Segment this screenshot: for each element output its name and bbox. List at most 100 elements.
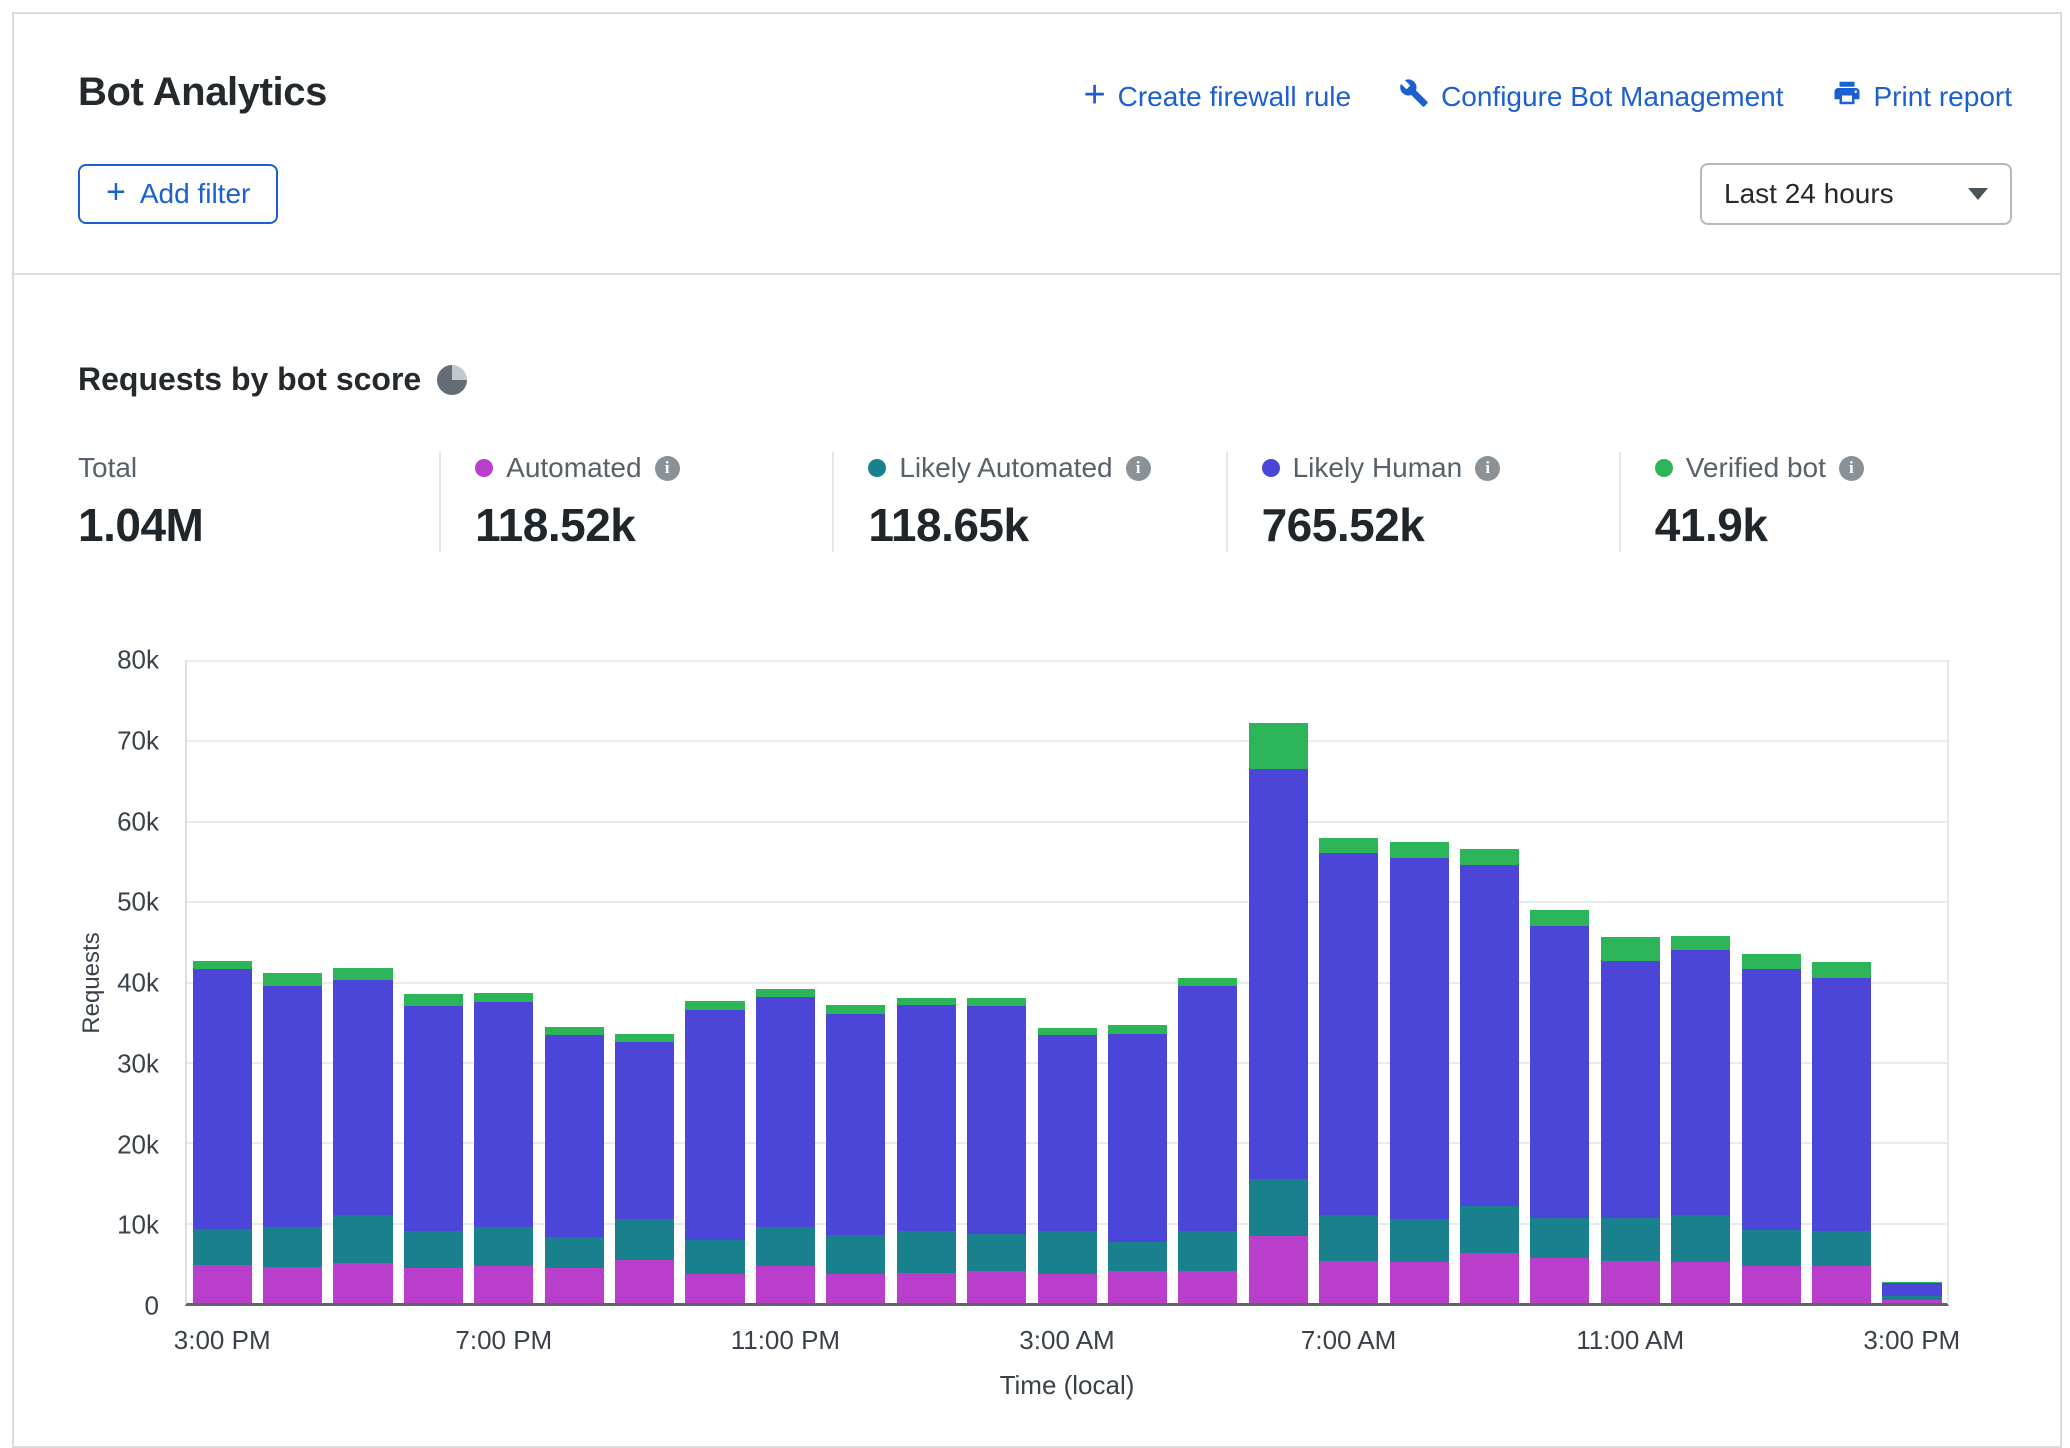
legend-dot xyxy=(1262,459,1280,477)
bar-segment-automated xyxy=(1038,1274,1097,1303)
bar-slot xyxy=(187,660,257,1303)
y-axis-labels: 010k20k30k40k50k60k70k80k xyxy=(78,660,173,1306)
bar-segment-verified-bot xyxy=(193,961,252,969)
bar-segment-likely-automated xyxy=(685,1240,744,1275)
bar-slot xyxy=(680,660,750,1303)
bar-segment-verified-bot xyxy=(685,1001,744,1010)
bar-segment-automated xyxy=(1882,1300,1941,1303)
bar-slot xyxy=(257,660,327,1303)
bar-segment-likely-human xyxy=(685,1010,744,1240)
bar-segment-likely-automated xyxy=(404,1231,463,1269)
bar-segment-automated xyxy=(897,1273,956,1303)
stacked-bar xyxy=(1460,660,1519,1303)
x-tick-label: 11:00 PM xyxy=(731,1325,840,1356)
bar-segment-verified-bot xyxy=(333,968,392,980)
chart: Requests 010k20k30k40k50k60k70k80k 3:00 … xyxy=(78,660,2012,1406)
bar-slot xyxy=(469,660,539,1303)
bar-segment-likely-human xyxy=(1319,853,1378,1215)
bar-segment-automated xyxy=(1108,1271,1167,1303)
bar-segment-verified-bot xyxy=(1742,954,1801,969)
bar-segment-automated xyxy=(967,1271,1026,1303)
bar-segment-verified-bot xyxy=(1390,842,1449,857)
legend-dot xyxy=(868,459,886,477)
wrench-icon xyxy=(1399,78,1429,115)
create-firewall-rule-link[interactable]: Create firewall rule xyxy=(1083,80,1351,114)
bar-segment-verified-bot xyxy=(897,998,956,1005)
bar-segment-verified-bot xyxy=(615,1034,674,1042)
time-range-dropdown[interactable]: Last 24 hours xyxy=(1700,163,2012,225)
stat-label-row: Automated xyxy=(475,452,832,484)
bar-segment-automated xyxy=(1812,1266,1871,1303)
stacked-bar xyxy=(1178,660,1237,1303)
stacked-bar xyxy=(333,660,392,1303)
bar-segment-likely-automated xyxy=(1390,1219,1449,1262)
bar-segment-likely-automated xyxy=(897,1231,956,1273)
stacked-bar xyxy=(1530,660,1589,1303)
bar-segment-automated xyxy=(1530,1258,1589,1303)
y-tick-label: 70k xyxy=(117,725,159,756)
bar-segment-likely-automated xyxy=(1671,1215,1730,1262)
bar-slot xyxy=(750,660,820,1303)
print-report-link[interactable]: Print report xyxy=(1832,78,2013,115)
filter-row: Add filter Last 24 hours xyxy=(78,163,2012,225)
add-filter-button[interactable]: Add filter xyxy=(78,164,278,224)
info-icon[interactable] xyxy=(1475,456,1500,481)
stacked-bar xyxy=(897,660,956,1303)
bar-segment-automated xyxy=(1390,1262,1449,1303)
stacked-bar xyxy=(474,660,533,1303)
stacked-bar xyxy=(1249,660,1308,1303)
bar-segment-likely-human xyxy=(1038,1035,1097,1231)
x-tick-label: 3:00 PM xyxy=(1863,1325,1960,1356)
stacked-bar xyxy=(1601,660,1660,1303)
bar-segment-likely-automated xyxy=(474,1227,533,1266)
bar-segment-likely-automated xyxy=(1530,1218,1589,1258)
bar-segment-verified-bot xyxy=(474,993,533,1003)
info-icon[interactable] xyxy=(655,456,680,481)
bar-segment-likely-human xyxy=(263,986,322,1227)
bar-segment-likely-automated xyxy=(1319,1215,1378,1262)
bar-segment-likely-automated xyxy=(193,1229,252,1265)
stacked-bar xyxy=(1319,660,1378,1303)
plus-icon xyxy=(1083,80,1105,114)
bar-segment-likely-human xyxy=(404,1006,463,1231)
bar-segment-likely-automated xyxy=(826,1235,885,1274)
stat-label-row: Total xyxy=(78,452,439,484)
info-icon[interactable] xyxy=(1126,456,1151,481)
bar-segment-verified-bot xyxy=(1460,849,1519,865)
stat-value: 1.04M xyxy=(78,498,439,552)
stat-likely-automated: Likely Automated118.65k xyxy=(832,452,1225,552)
bar-segment-verified-bot xyxy=(756,989,815,997)
bar-segment-likely-human xyxy=(1671,950,1730,1214)
bar-segment-likely-human xyxy=(1178,986,1237,1230)
stat-label: Automated xyxy=(506,452,641,484)
bar-segment-automated xyxy=(1742,1266,1801,1303)
stacked-bar xyxy=(1038,660,1097,1303)
stacked-bar xyxy=(193,660,252,1303)
configure-bot-management-link[interactable]: Configure Bot Management xyxy=(1399,78,1783,115)
info-icon[interactable] xyxy=(1839,456,1864,481)
bar-segment-verified-bot xyxy=(404,994,463,1006)
bar-segment-likely-human xyxy=(1390,858,1449,1219)
bar-segment-verified-bot xyxy=(1108,1025,1167,1034)
bar-segment-verified-bot xyxy=(1038,1028,1097,1035)
print-report-label: Print report xyxy=(1874,81,2013,113)
bar-segment-automated xyxy=(474,1266,533,1303)
bar-segment-automated xyxy=(404,1268,463,1303)
legend-dot xyxy=(475,459,493,477)
bar-segment-verified-bot xyxy=(1812,962,1871,977)
bar-segment-automated xyxy=(1460,1253,1519,1303)
stat-verified-bot: Verified bot41.9k xyxy=(1619,452,2012,552)
bar-segment-automated xyxy=(685,1274,744,1303)
bar-slot xyxy=(1032,660,1102,1303)
card-header: Bot Analytics Create firewall rule Confi… xyxy=(14,14,2060,275)
x-tick-label: 11:00 AM xyxy=(1576,1325,1684,1356)
bar-segment-automated xyxy=(1178,1271,1237,1303)
stat-value: 118.52k xyxy=(475,498,832,552)
bar-slot xyxy=(328,660,398,1303)
x-tick-label: 7:00 AM xyxy=(1301,1325,1396,1356)
stacked-bar xyxy=(1108,660,1167,1303)
bar-slot xyxy=(539,660,609,1303)
printer-icon xyxy=(1832,78,1862,115)
stacked-bar xyxy=(826,660,885,1303)
stat-automated: Automated 118.52k xyxy=(439,452,832,552)
